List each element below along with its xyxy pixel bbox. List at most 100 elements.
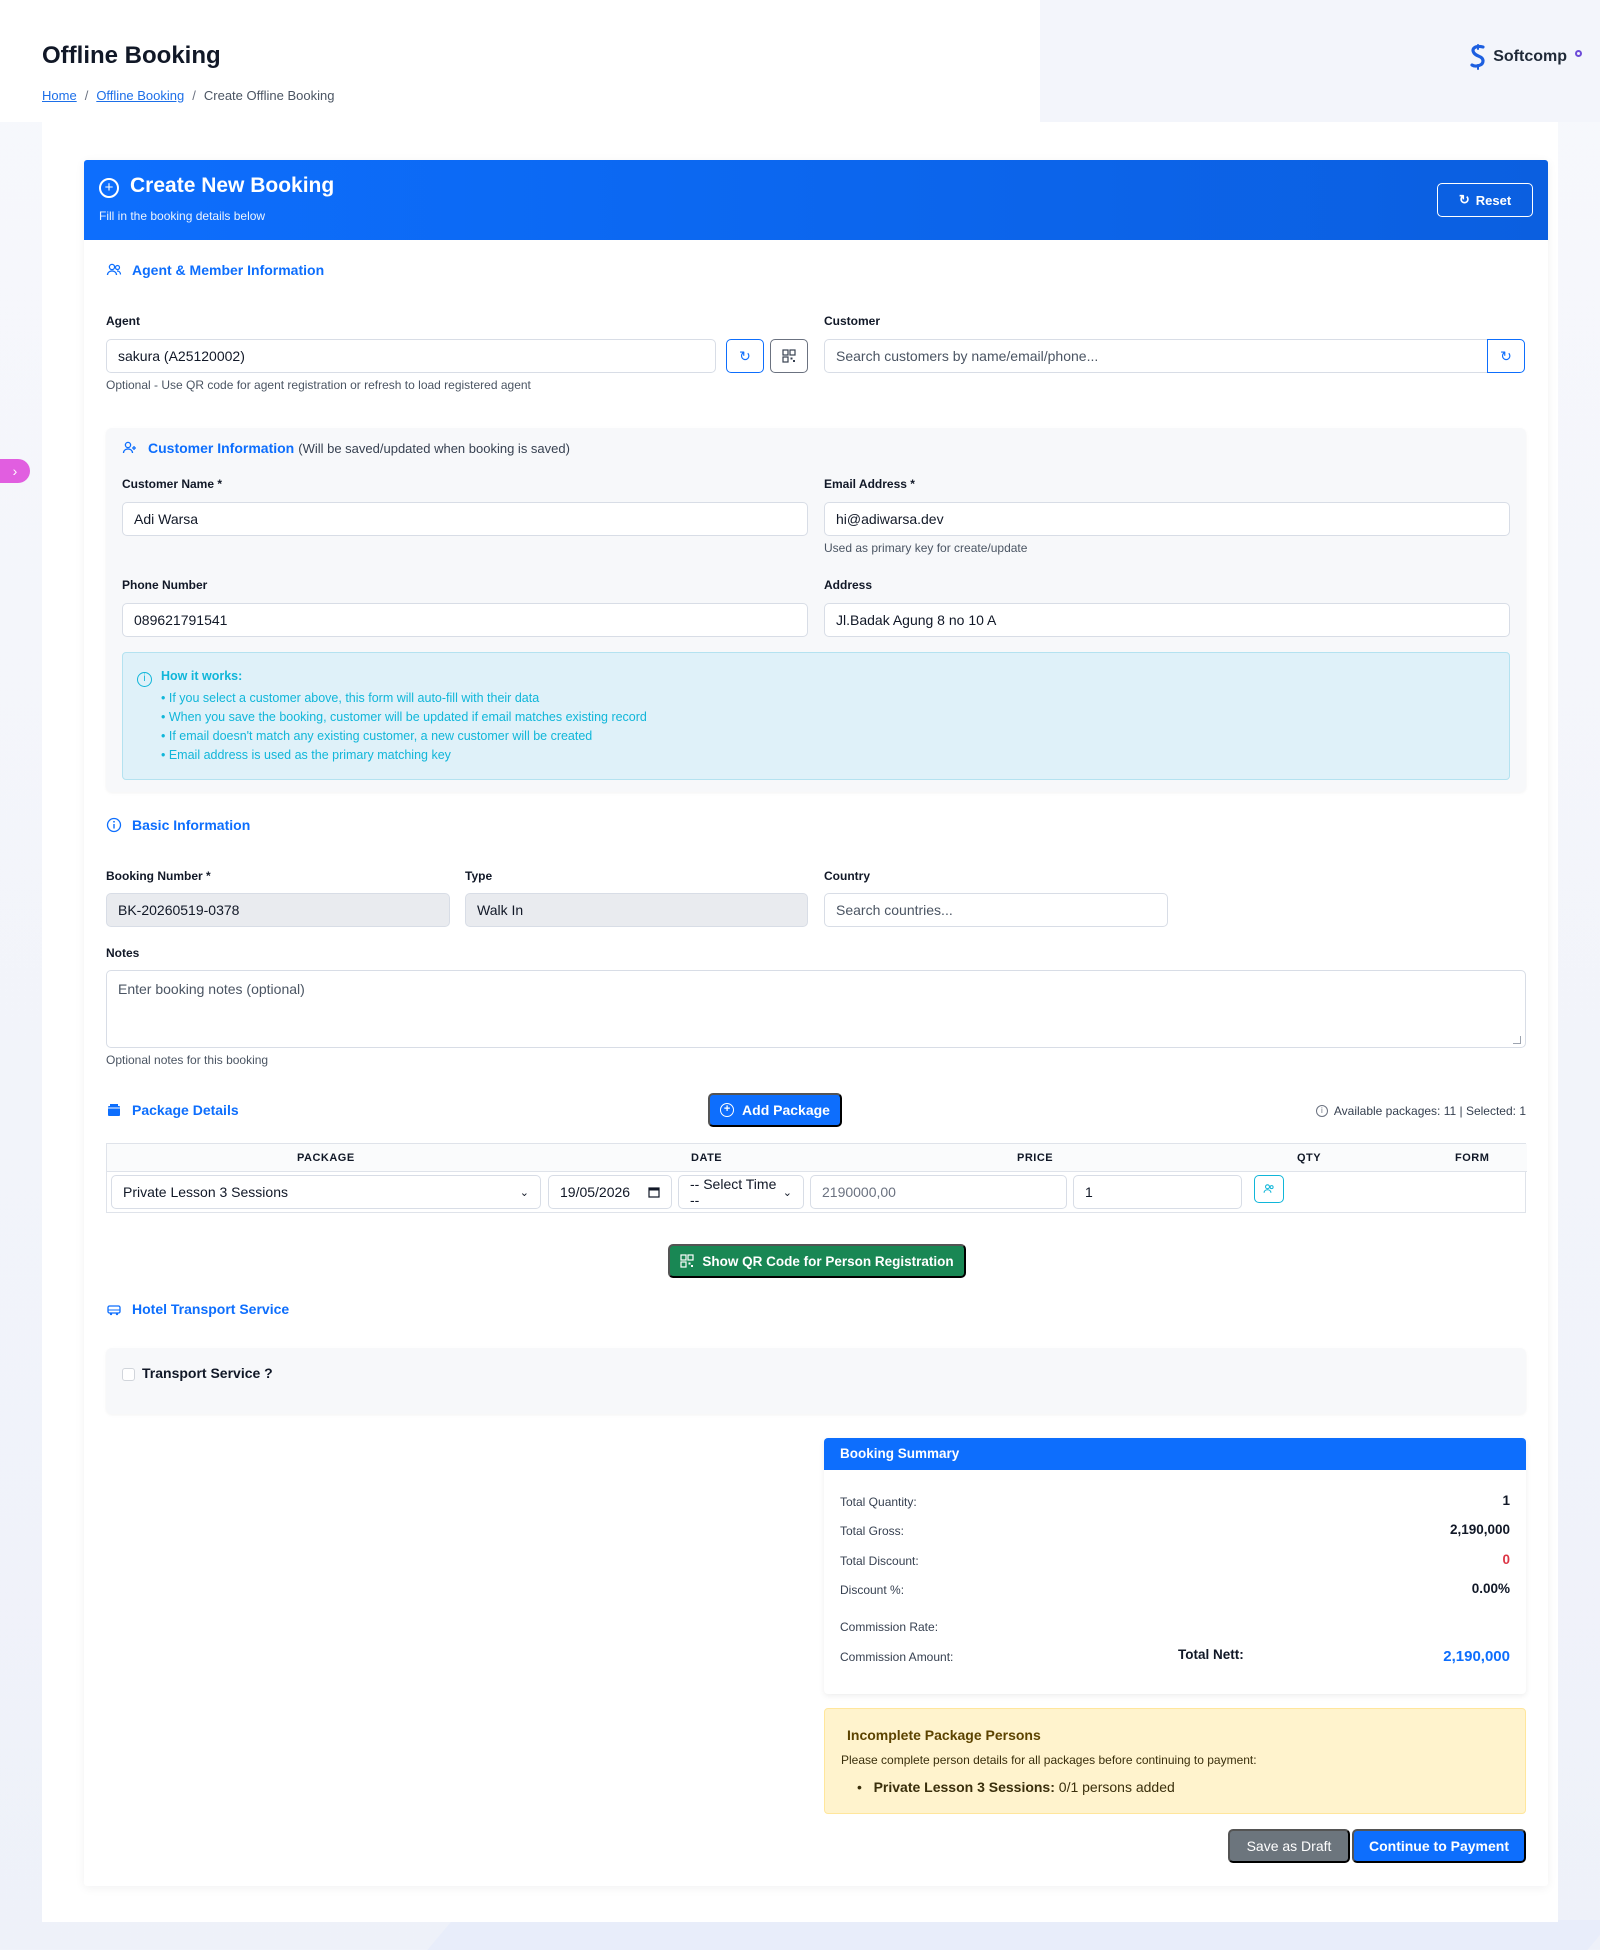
- customer-info-label: Customer Information: [148, 440, 295, 456]
- package-date-input[interactable]: 19/05/2026: [548, 1175, 672, 1209]
- breadcrumb-home-link[interactable]: Home: [42, 88, 77, 103]
- agent-section-title: Agent & Member Information: [106, 262, 324, 278]
- customer-search-input[interactable]: Search customers by name/email/phone...: [824, 339, 1488, 373]
- type-field: Walk In: [465, 893, 808, 927]
- customer-name-input[interactable]: Adi Warsa: [122, 502, 808, 536]
- show-qr-code-button[interactable]: Show QR Code for Person Registration: [668, 1244, 966, 1278]
- time-select[interactable]: -- Select Time -- ⌄: [678, 1175, 804, 1209]
- bullet: •: [857, 1779, 870, 1795]
- column-header-price: PRICE: [1017, 1152, 1054, 1164]
- add-package-label: Add Package: [742, 1102, 830, 1118]
- total-discount-value: 0: [1502, 1552, 1510, 1567]
- card-header: + Create New Booking Fill in the booking…: [84, 160, 1548, 240]
- person-form-button[interactable]: [1254, 1175, 1284, 1203]
- list-item: • If email doesn't match any existing cu…: [161, 729, 593, 743]
- sidebar-toggle-button[interactable]: ›: [0, 459, 30, 483]
- show-qr-code-label: Show QR Code for Person Registration: [702, 1253, 954, 1269]
- transport-checkbox-label[interactable]: Transport Service ?: [142, 1365, 273, 1381]
- list-item: • Private Lesson 3 Sessions: 0/1 persons…: [857, 1779, 1175, 1795]
- reset-button[interactable]: ↻ Reset: [1437, 183, 1533, 217]
- list-item: • When you save the booking, customer wi…: [161, 710, 647, 724]
- breadcrumb-separator: /: [84, 88, 89, 103]
- breadcrumb-offline-booking-link[interactable]: Offline Booking: [96, 88, 184, 103]
- country-search-input[interactable]: Search countries...: [824, 893, 1168, 927]
- column-header-date: DATE: [691, 1152, 723, 1164]
- table-header: PACKAGE DATE PRICE QTY FORM: [107, 1144, 1527, 1172]
- phone-label: Phone Number: [122, 578, 208, 592]
- transport-checkbox[interactable]: [122, 1368, 135, 1381]
- notes-textarea[interactable]: Enter booking notes (optional): [106, 970, 1526, 1048]
- card-title: Create New Booking: [130, 174, 335, 197]
- type-label: Type: [465, 869, 493, 883]
- phone-input[interactable]: 089621791541: [122, 603, 808, 637]
- booking-summary-title: Booking Summary: [824, 1438, 1526, 1470]
- address-label: Address: [824, 578, 873, 592]
- commission-rate-label: Commission Rate:: [840, 1620, 939, 1634]
- package-table: PACKAGE DATE PRICE QTY FORM Private Less…: [106, 1143, 1527, 1213]
- price-input[interactable]: 2190000,00: [810, 1175, 1067, 1209]
- column-header-package: PACKAGE: [297, 1152, 355, 1164]
- refresh-customer-button[interactable]: ↻: [1487, 339, 1525, 373]
- incomplete-persons-alert: Incomplete Package Persons Please comple…: [824, 1708, 1526, 1814]
- bus-icon: [107, 1305, 121, 1316]
- qr-code-icon: [680, 1254, 694, 1268]
- total-nett-label: Total Nett:: [1178, 1647, 1244, 1662]
- transport-panel: Transport Service ?: [106, 1348, 1526, 1414]
- chevron-down-icon: ⌄: [782, 1186, 792, 1199]
- breadcrumb-separator: /: [192, 88, 196, 103]
- email-label: Email Address *: [824, 477, 915, 491]
- info-circle-icon: i: [1315, 1105, 1328, 1117]
- time-select-value: -- Select Time --: [690, 1176, 777, 1208]
- refresh-icon: ↻: [1500, 347, 1512, 364]
- total-quantity-value: 1: [1502, 1493, 1510, 1508]
- agent-qr-button[interactable]: [770, 339, 808, 373]
- softcomp-logo-icon: [1470, 44, 1485, 70]
- incomplete-persons-title: Incomplete Package Persons: [847, 1727, 1041, 1743]
- total-discount-label: Total Discount:: [840, 1554, 919, 1568]
- email-help-text: Used as primary key for create/update: [824, 541, 1028, 555]
- list-item: • Email address is used as the primary m…: [161, 748, 451, 762]
- commission-amount-label: Commission Amount:: [840, 1650, 954, 1664]
- chevron-right-icon: ›: [12, 463, 18, 479]
- how-it-works-alert: i How it works: • If you select a custom…: [122, 652, 1510, 780]
- discount-percent-value: 0.00%: [1471, 1581, 1510, 1596]
- available-packages-text: Available packages: 11 | Selected: 1: [1333, 1104, 1526, 1118]
- basic-info-title: Basic Information: [106, 817, 250, 833]
- info-circle-icon: i: [137, 672, 152, 687]
- incomplete-package-status: 0/1 persons added: [1058, 1779, 1175, 1795]
- address-input[interactable]: Jl.Badak Agung 8 no 10 A: [824, 603, 1510, 637]
- qr-code-icon: [782, 349, 796, 363]
- continue-to-payment-button[interactable]: Continue to Payment: [1352, 1829, 1526, 1863]
- list-item: • If you select a customer above, this f…: [161, 691, 540, 705]
- transport-section-title: Hotel Transport Service: [106, 1301, 289, 1317]
- discount-percent-label: Discount %:: [840, 1583, 905, 1597]
- add-package-button[interactable]: + Add Package: [708, 1093, 842, 1127]
- transport-section-label: Hotel Transport Service: [132, 1301, 290, 1317]
- resize-handle[interactable]: [1513, 1036, 1521, 1044]
- logo[interactable]: Softcomp: [1469, 44, 1582, 70]
- qty-input[interactable]: 1: [1073, 1175, 1242, 1209]
- info-circle-icon: [106, 817, 122, 833]
- agent-field[interactable]: sakura (A25120002): [106, 339, 716, 373]
- save-as-draft-button[interactable]: Save as Draft: [1228, 1829, 1350, 1863]
- reset-label: Reset: [1475, 192, 1512, 208]
- card-subtitle: Fill in the booking details below: [99, 209, 266, 223]
- notes-placeholder: Enter booking notes (optional): [118, 981, 305, 997]
- chevron-down-icon: ⌄: [519, 1186, 529, 1199]
- booking-summary-card: Booking Summary Total Quantity: 1 Total …: [824, 1438, 1526, 1694]
- agent-label: Agent: [106, 314, 140, 328]
- box-icon: [108, 1104, 120, 1116]
- total-gross-label: Total Gross:: [840, 1524, 905, 1538]
- available-packages-info: i Available packages: 11 | Selected: 1: [1315, 1104, 1526, 1118]
- column-header-qty: QTY: [1297, 1152, 1322, 1164]
- refresh-agent-button[interactable]: ↻: [726, 339, 764, 373]
- how-it-works-title: How it works:: [161, 669, 243, 683]
- users-icon: [1263, 1184, 1274, 1193]
- how-it-works-list: • If you select a customer above, this f…: [161, 689, 647, 765]
- package-details-label: Package Details: [132, 1102, 239, 1118]
- email-input[interactable]: hi@adiwarsa.dev: [824, 502, 1510, 536]
- package-select[interactable]: Private Lesson 3 Sessions ⌄: [111, 1175, 541, 1209]
- customer-label: Customer: [824, 314, 881, 328]
- bottom-accent: [427, 1920, 1600, 1950]
- breadcrumb-current: Create Offline Booking: [203, 88, 335, 103]
